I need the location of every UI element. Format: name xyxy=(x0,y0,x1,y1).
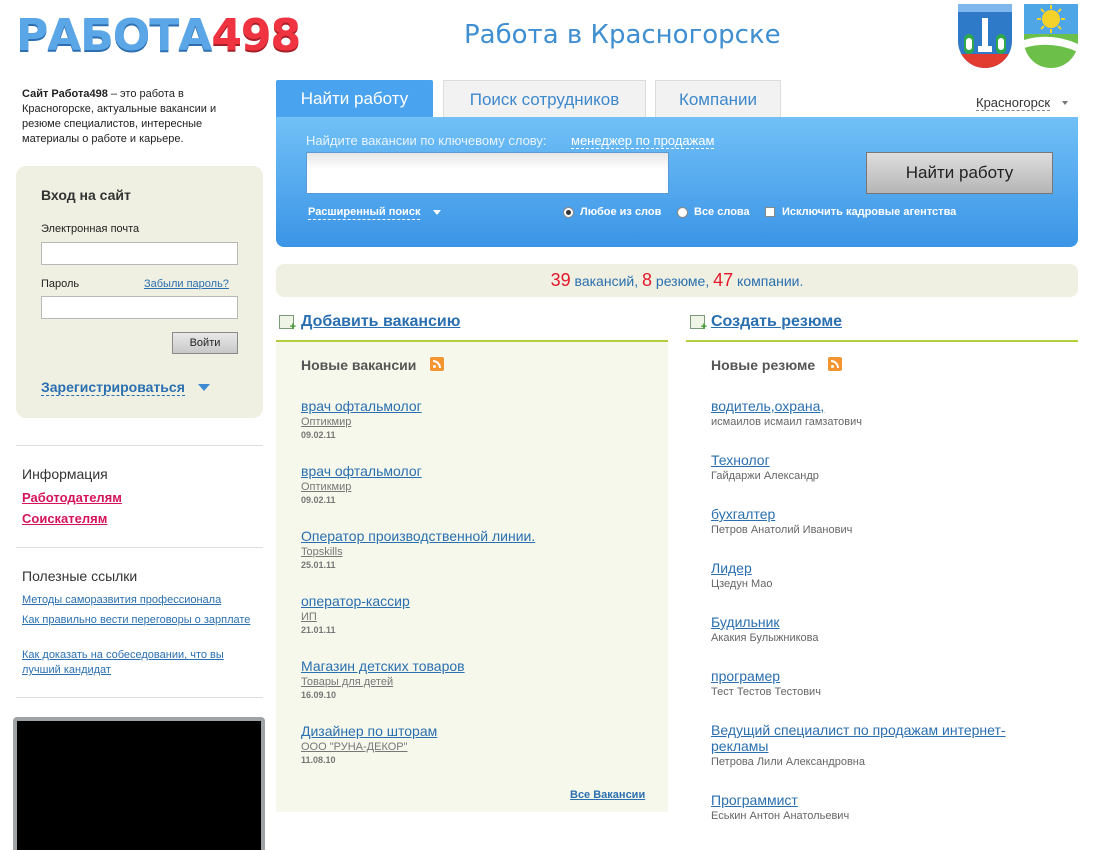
vacancies-count-label[interactable]: вакансий xyxy=(575,273,635,289)
stats-bar: 39 вакансий, 8 резюме, 47 компании. xyxy=(276,264,1078,297)
resume-title[interactable]: програмер xyxy=(711,668,780,684)
vacancy-date: 21.01.11 xyxy=(301,625,336,635)
site-logo[interactable]: РАБОТА498 xyxy=(16,12,301,60)
any-word-label: Любое из слов xyxy=(580,206,662,218)
search-hint: Найдите вакансии по ключевому слову: xyxy=(306,133,547,148)
resume-author: Гайдаржи Александр xyxy=(711,470,819,482)
resume-author: Петров Анатолий Иванович xyxy=(711,524,853,536)
create-resume-icon xyxy=(690,315,707,333)
exclude-agencies-checkbox[interactable] xyxy=(765,207,775,217)
vacancy-company[interactable]: ООО "РУНА-ДЕКОР" xyxy=(301,741,408,754)
add-vacancy-link[interactable]: Добавить вакансию xyxy=(301,313,460,331)
resume-author: Еськин Антон Анатольевич xyxy=(711,810,850,822)
new-resumes-heading: Новые резюме xyxy=(711,357,816,373)
useful-link-salary-negotiation[interactable]: Как правильно вести переговоры о зарплат… xyxy=(22,613,254,628)
all-words-label: Все слова xyxy=(694,206,750,218)
job-seekers-link[interactable]: Соискателям xyxy=(22,511,107,526)
vacancy-title[interactable]: оператор-кассир xyxy=(301,593,410,609)
resume-title[interactable]: Ведущий специалист по продажам интернет-… xyxy=(711,722,1031,754)
site-intro: Сайт Работа498 – это работа в Красногорс… xyxy=(22,87,250,147)
resume-author: исмаилов исмаил гамзатович xyxy=(711,416,862,428)
divider xyxy=(16,547,263,548)
find-job-button[interactable]: Найти работу xyxy=(866,152,1053,194)
divider xyxy=(686,340,1078,342)
vacancy-title[interactable]: Дизайнер по шторам xyxy=(301,723,437,739)
rss-icon[interactable] xyxy=(828,357,842,371)
resume-author: Цзедун Мао xyxy=(711,578,773,590)
password-field[interactable] xyxy=(41,296,238,319)
new-vacancies-heading: Новые вакансии xyxy=(301,357,417,373)
page-title: Работа в Красногорске xyxy=(464,20,781,50)
resumes-count-label[interactable]: резюме xyxy=(656,273,705,289)
resume-author: Акакия Булыжникова xyxy=(711,632,819,644)
chevron-down-icon[interactable] xyxy=(433,210,441,215)
vacancy-company[interactable]: ИП xyxy=(301,611,317,624)
city-selector[interactable]: Красногорск xyxy=(976,95,1051,111)
login-button[interactable]: Войти xyxy=(172,332,238,354)
vacancy-date: 16.09.10 xyxy=(301,690,337,700)
all-vacancies-link[interactable]: Все Вакансии xyxy=(570,789,645,801)
vacancy-date: 25.01.11 xyxy=(301,560,336,570)
vacancy-date: 09.02.11 xyxy=(301,495,336,505)
resume-author: Петрова Лили Александровна xyxy=(711,756,865,768)
tab-companies[interactable]: Компании xyxy=(655,80,781,118)
vacancy-company[interactable]: Topskills xyxy=(301,546,343,559)
district-coat-of-arms-icon xyxy=(1024,4,1078,68)
employers-link[interactable]: Работодателям xyxy=(22,490,122,505)
vacancy-company[interactable]: Товары для детей xyxy=(301,676,393,689)
intro-site-name: Сайт Работа498 xyxy=(22,88,108,100)
login-title: Вход на сайт xyxy=(41,187,131,203)
tab-find-employees[interactable]: Поиск сотрудников xyxy=(443,80,646,118)
useful-link-interview[interactable]: Как доказать на собеседовании, что вы лу… xyxy=(22,648,254,678)
info-heading: Информация xyxy=(22,466,108,482)
email-label: Электронная почта xyxy=(41,223,140,235)
login-panel: Вход на сайт Электронная почта Пароль За… xyxy=(16,166,263,418)
resume-title[interactable]: Будильник xyxy=(711,614,780,630)
divider xyxy=(16,445,263,446)
vacancy-title[interactable]: Магазин детских товаров xyxy=(301,658,465,674)
search-example-link[interactable]: менеджер по продажам xyxy=(571,133,715,149)
chevron-down-icon[interactable] xyxy=(1062,101,1068,105)
resume-title[interactable]: бухгалтер xyxy=(711,506,775,522)
vacancy-company[interactable]: Оптикмир xyxy=(301,481,351,494)
chevron-down-icon[interactable] xyxy=(198,384,210,391)
vacancies-count: 39 xyxy=(550,270,571,290)
resume-title[interactable]: Технолог xyxy=(711,452,770,468)
vacancy-date: 09.02.11 xyxy=(301,430,336,440)
register-link[interactable]: Зарегистрироваться xyxy=(41,379,185,396)
advanced-search-link[interactable]: Расширенный поиск xyxy=(308,206,421,220)
divider xyxy=(16,697,263,698)
email-field[interactable] xyxy=(41,242,238,265)
vacancy-title[interactable]: врач офтальмолог xyxy=(301,398,422,414)
vacancy-title[interactable]: врач офтальмолог xyxy=(301,463,422,479)
video-player[interactable] xyxy=(13,717,265,850)
useful-links-heading: Полезные ссылки xyxy=(22,568,138,584)
resume-title[interactable]: водитель,охрана, xyxy=(711,398,824,414)
tab-find-job[interactable]: Найти работу xyxy=(276,80,433,118)
create-resume-link[interactable]: Создать резюме xyxy=(711,313,842,331)
search-input[interactable] xyxy=(306,152,669,194)
resume-author: Тест Тестов Тестович xyxy=(711,686,821,698)
add-vacancy-icon xyxy=(279,315,296,333)
resumes-count: 8 xyxy=(642,270,653,290)
forgot-password-link[interactable]: Забыли пароль? xyxy=(144,278,229,290)
any-word-radio[interactable] xyxy=(563,207,574,218)
password-label: Пароль xyxy=(41,278,80,290)
vacancy-company[interactable]: Оптикмир xyxy=(301,416,351,429)
rss-icon[interactable] xyxy=(430,357,444,371)
all-words-radio[interactable] xyxy=(677,207,688,218)
exclude-agencies-label: Исключить кадровые агентства xyxy=(782,206,957,218)
resume-title[interactable]: Лидер xyxy=(711,560,752,576)
companies-count-label[interactable]: компании xyxy=(737,273,799,289)
companies-count: 47 xyxy=(713,270,734,290)
vacancy-date: 11.08.10 xyxy=(301,755,336,765)
resume-title[interactable]: Программист xyxy=(711,792,798,808)
krasnogorsk-coat-of-arms-icon xyxy=(958,4,1012,68)
vacancy-title[interactable]: Оператор производственной линии. xyxy=(301,528,535,544)
useful-link-self-development[interactable]: Методы саморазвития профессионала xyxy=(22,593,254,608)
search-panel: Найдите вакансии по ключевому слову: мен… xyxy=(276,117,1078,247)
